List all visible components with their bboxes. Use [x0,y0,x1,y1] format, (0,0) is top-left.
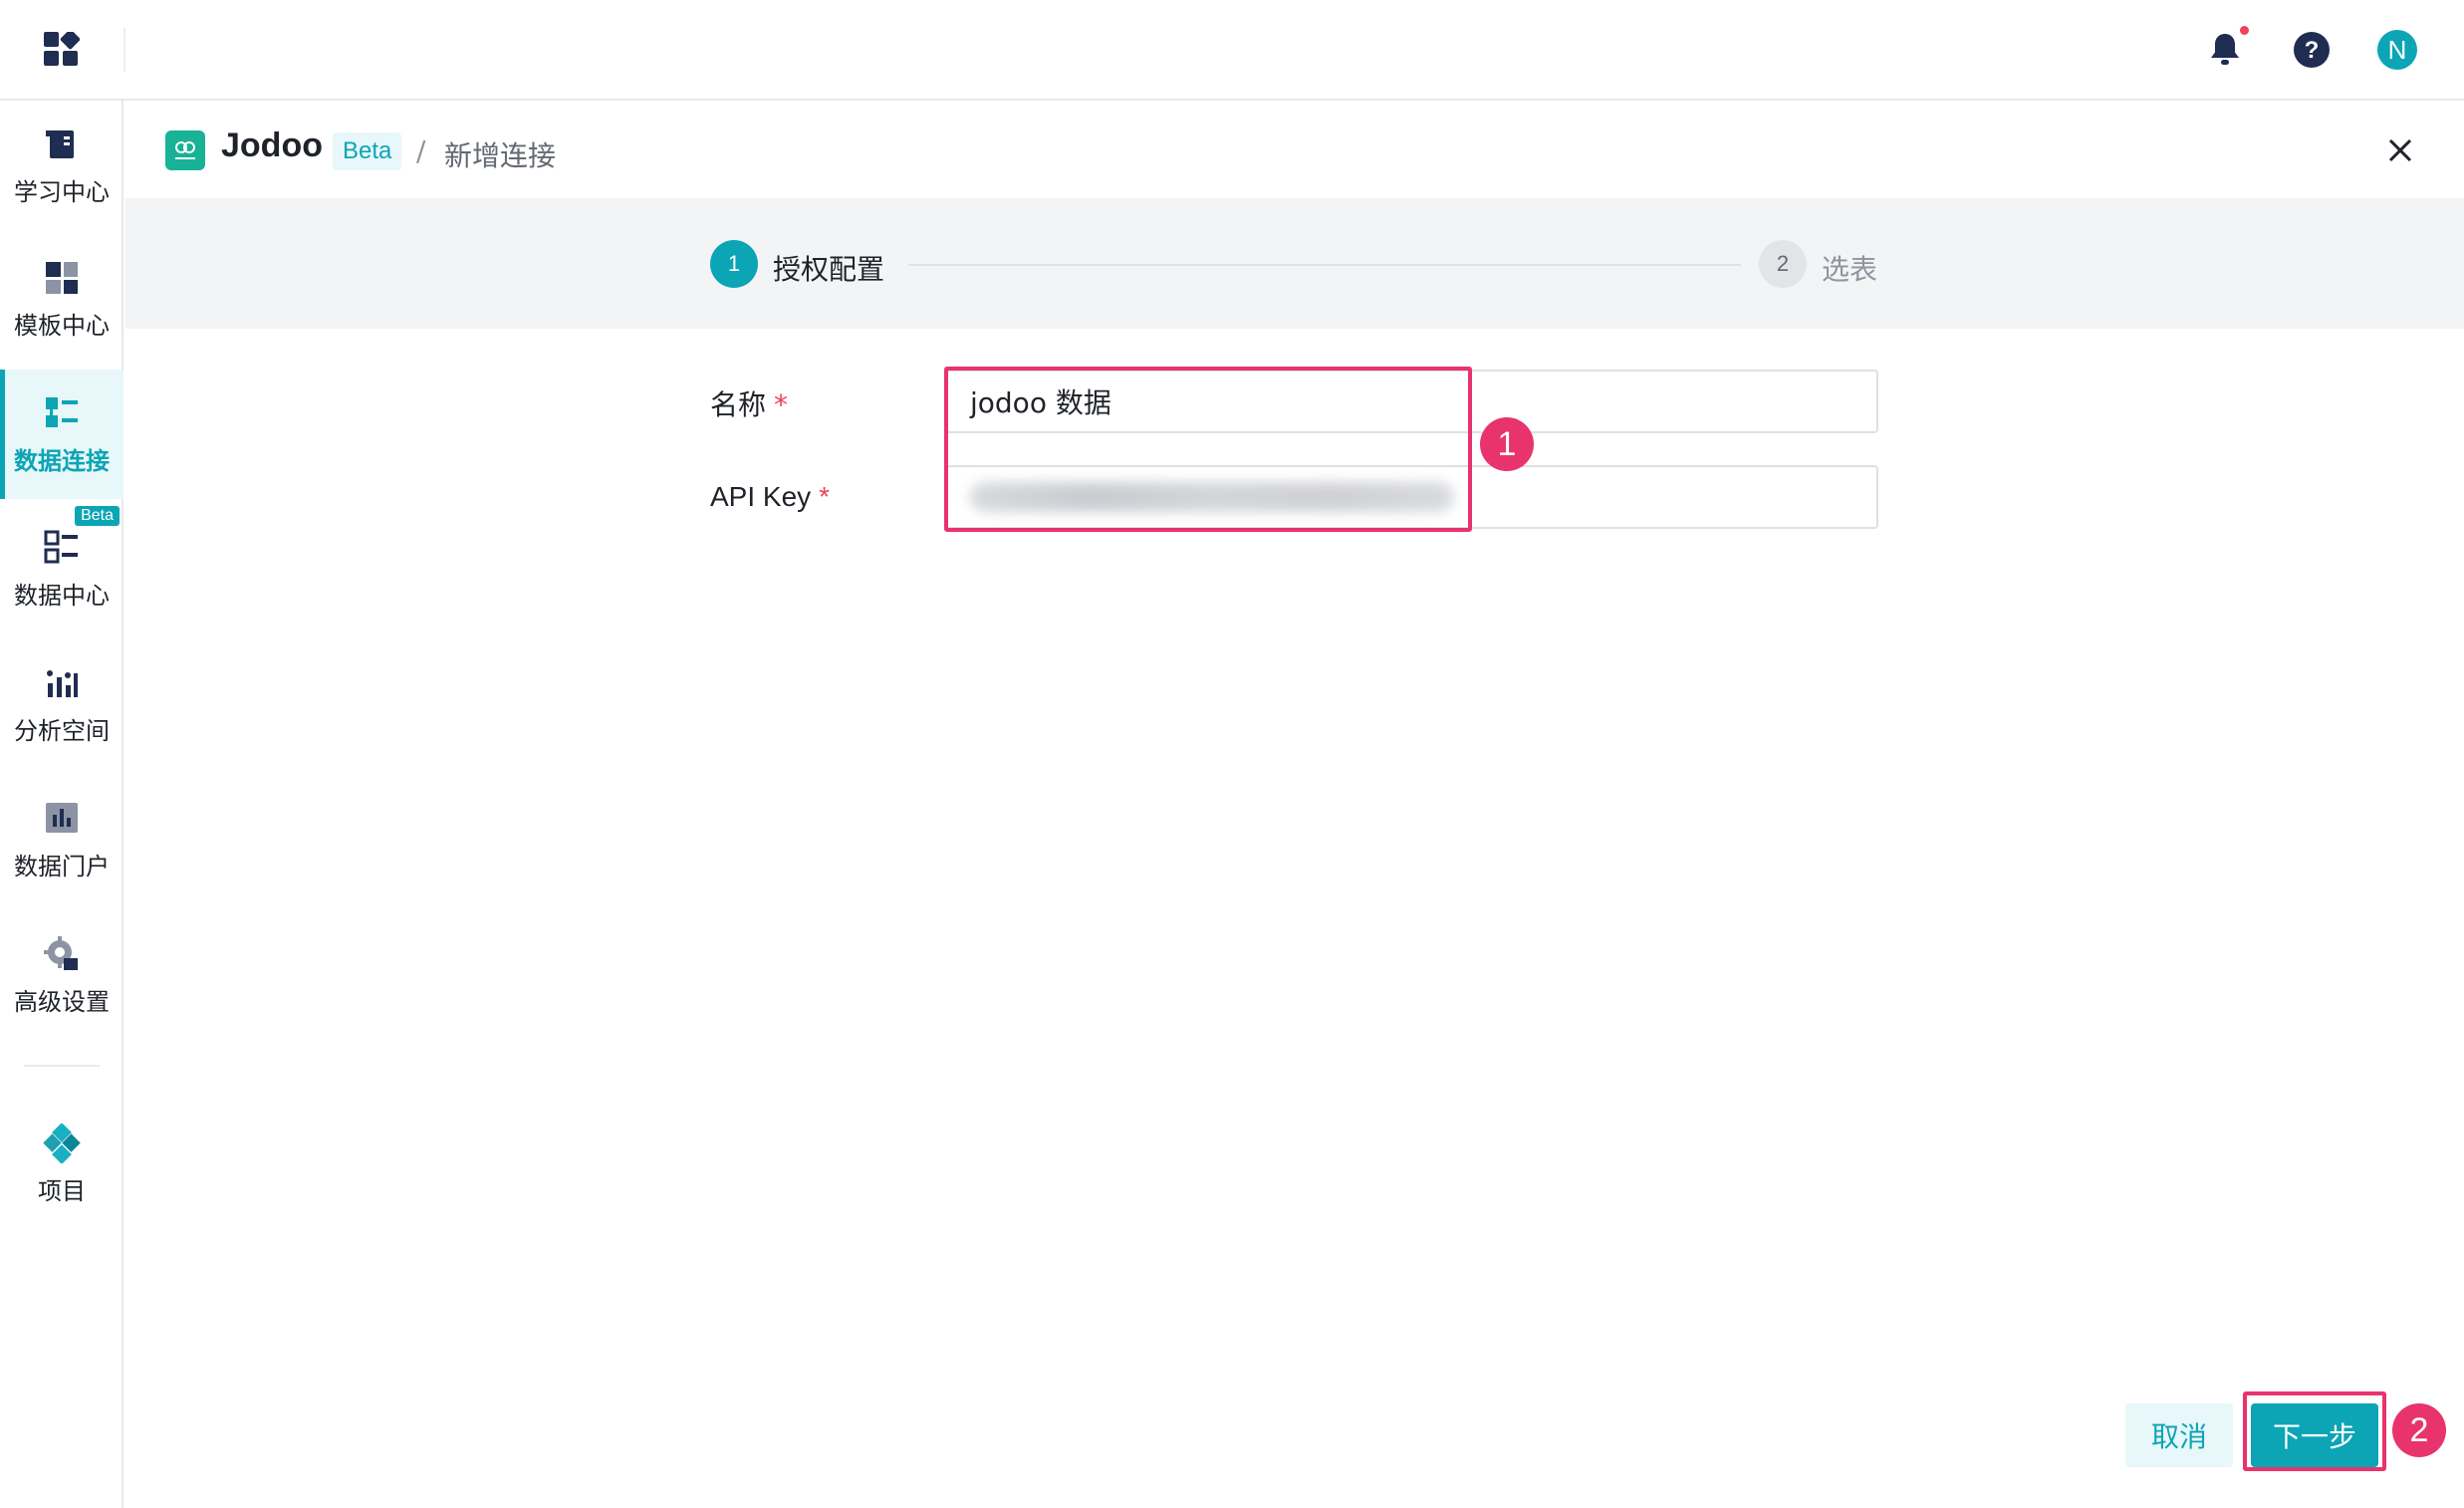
sidebar-item-label: 学习中心 [14,177,110,206]
sidebar-item-data-connection[interactable]: 数据连接 [0,370,123,499]
beta-tag: Beta [333,132,402,170]
avatar[interactable]: N [2377,30,2417,70]
page-header: Jodoo Beta / 新增连接 [125,101,2464,198]
sidebar-item-label: 数据连接 [14,446,110,475]
topbar-divider [123,28,125,72]
sidebar-item-label: 项目 [38,1176,86,1205]
step-2-number: 2 [1759,240,1807,288]
sidebar-item-label: 模板中心 [14,311,110,340]
beta-badge: Beta [75,506,120,526]
jodoo-logo-icon [165,130,205,170]
notification-dot [2240,26,2249,35]
svg-text:?: ? [2305,37,2320,64]
api-key-label: API Key * [710,481,830,513]
steps-bar: 1 授权配置 2 选表 [125,198,2464,329]
book-icon [46,129,74,158]
breadcrumb-separator: / [416,134,426,167]
cancel-button[interactable]: 取消 [2125,1403,2233,1467]
main-panel: Jodoo Beta / 新增连接 1 授权配置 2 选表 名称 * jodoo … [125,101,2464,1508]
project-icon [43,1123,81,1163]
sidebar-item-project[interactable]: 项目 [0,1100,123,1229]
sidebar-item-learning[interactable]: 学习中心 [0,101,123,230]
data-center-icon [44,530,78,563]
analysis-icon [47,669,78,697]
sidebar: 学习中心 模板中心 数据连接 Beta 数据中心 分析空间 数据门户 高级设置 … [0,101,123,1508]
annotation-badge-1: 1 [1480,417,1534,471]
brand-name: Jodoo [221,126,323,164]
sidebar-item-label: 数据门户 [14,852,110,880]
bell-icon[interactable] [2203,28,2247,72]
grid-apps-icon[interactable] [44,32,80,68]
gear-icon [44,935,78,970]
api-key-label-text: API Key [710,481,812,512]
sidebar-item-label: 分析空间 [14,716,110,745]
sidebar-divider [24,1065,100,1067]
name-label: 名称 * [710,383,788,423]
sidebar-item-label: 高级设置 [14,987,110,1016]
template-icon [46,261,78,294]
step-1-number: 1 [710,240,758,288]
step-connector [908,264,1741,266]
sidebar-item-analysis[interactable]: 分析空间 [0,639,123,769]
step-2-label: 选表 [1822,253,1878,286]
page-title: 新增连接 [444,139,557,172]
sidebar-item-settings[interactable]: 高级设置 [0,910,123,1040]
help-icon[interactable]: ? [2290,28,2334,72]
name-label-text: 名称 [710,388,767,421]
portal-icon [46,802,78,833]
sidebar-item-label: 数据中心 [14,581,110,610]
highlight-box-form [944,367,1472,532]
highlight-box-next [2243,1391,2386,1471]
required-mark: * [774,388,789,421]
required-mark: * [819,481,831,512]
sidebar-item-templates[interactable]: 模板中心 [0,234,123,364]
sidebar-item-data-center[interactable]: Beta 数据中心 [0,504,123,633]
top-bar: ? N [0,0,2464,101]
sidebar-item-portal[interactable]: 数据门户 [0,775,123,904]
close-icon[interactable] [2380,130,2420,170]
data-connect-icon [46,396,78,427]
step-1-label: 授权配置 [773,253,885,286]
annotation-badge-2: 2 [2392,1403,2446,1457]
